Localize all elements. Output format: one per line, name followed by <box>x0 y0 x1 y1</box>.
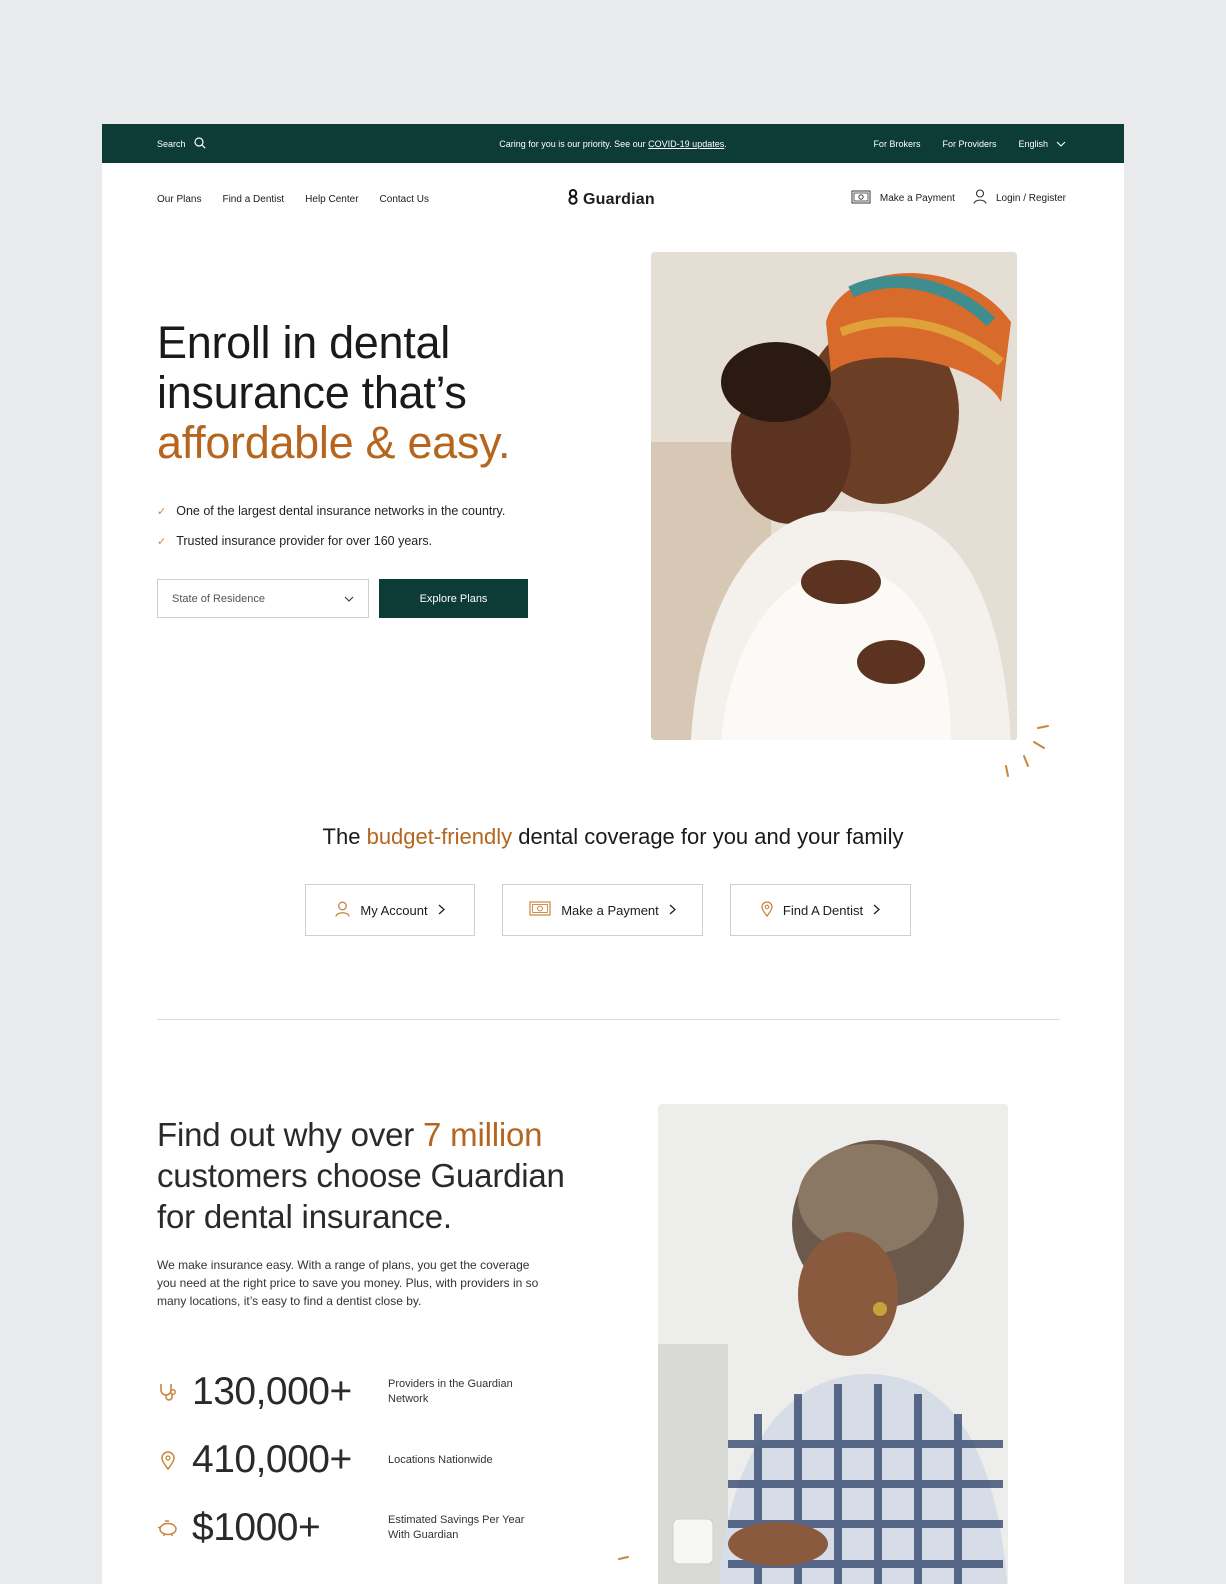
budget-title-accent: budget-friendly <box>366 824 513 849</box>
check-icon: ✓ <box>157 505 167 518</box>
for-brokers-link[interactable]: For Brokers <box>873 139 920 149</box>
chevron-down-icon <box>1056 139 1066 149</box>
stat-providers: 130,000+ Providers in the Guardian Netwo… <box>157 1369 513 1415</box>
my-account-label: My Account <box>360 902 428 918</box>
section-divider <box>157 1019 1060 1020</box>
language-label: English <box>1018 138 1048 149</box>
bullet-text: One of the largest dental insurance netw… <box>176 504 506 518</box>
my-account-button[interactable]: My Account <box>305 884 475 936</box>
for-providers-link[interactable]: For Providers <box>942 139 996 149</box>
hero-bullets: ✓ One of the largest dental insurance ne… <box>157 496 505 556</box>
stat-value: $1000+ <box>192 1506 321 1549</box>
chevron-right-icon <box>669 903 676 918</box>
decorative-sparks <box>1005 725 1049 777</box>
money-icon <box>529 901 551 919</box>
main-nav: Our Plans Find a Dentist Help Center Con… <box>102 163 1124 235</box>
stat-value: 410,000+ <box>192 1438 352 1481</box>
guardian-logo-icon <box>567 188 579 210</box>
nav-find-a-dentist[interactable]: Find a Dentist <box>222 194 284 205</box>
stat-value: 130,000+ <box>192 1370 352 1413</box>
chevron-right-icon <box>873 903 881 918</box>
check-icon: ✓ <box>157 535 167 548</box>
list-item: ✓ Trusted insurance provider for over 16… <box>157 526 505 556</box>
guardian-logo[interactable]: Guardian <box>567 188 655 210</box>
make-payment-label: Make a Payment <box>561 902 659 918</box>
hero-title: Enroll in dental insurance that’s afford… <box>157 318 510 468</box>
stat-label: Providers in the Guardian Network <box>388 1378 513 1405</box>
notice-text: Caring for you is our priority. See our <box>499 138 649 149</box>
why-title-line3: for dental insurance. <box>157 1198 452 1235</box>
location-pin-icon <box>157 1450 179 1470</box>
why-title-line2: customers choose Guardian <box>157 1157 565 1194</box>
login-label: Login / Register <box>995 192 1066 204</box>
nav-contact-us[interactable]: Contact Us <box>380 194 429 205</box>
stat-label: Estimated Savings Per Year With Guardian <box>388 1514 525 1541</box>
notice-end: . <box>724 138 727 149</box>
why-photo-smiling-woman <box>658 1104 1008 1584</box>
user-icon <box>335 901 351 920</box>
why-section-title: Find out why over 7 million customers ch… <box>157 1114 565 1237</box>
money-icon <box>851 190 871 207</box>
budget-section-title: The budget-friendly dental coverage for … <box>102 824 1124 850</box>
make-payment-button[interactable]: Make a Payment <box>502 884 703 936</box>
why-title-accent: 7 million <box>423 1116 543 1153</box>
utility-bar: Search Caring for you is our priority. S… <box>102 124 1124 163</box>
state-of-residence-select[interactable]: State of Residence <box>157 579 369 618</box>
chevron-down-icon <box>344 593 354 605</box>
language-selector[interactable]: English <box>1018 139 1066 149</box>
covid-updates-link[interactable]: COVID-19 updates <box>648 139 724 149</box>
user-icon <box>973 189 987 207</box>
hero-title-accent: affordable & easy. <box>157 417 511 468</box>
location-pin-icon <box>761 900 773 920</box>
state-select-placeholder: State of Residence <box>172 592 265 605</box>
hero-photo-mother-and-child <box>651 252 1017 740</box>
piggy-bank-icon <box>157 1519 179 1537</box>
why-title-pre: Find out why over <box>157 1116 424 1153</box>
budget-title-post: dental coverage for you and your family <box>512 824 904 849</box>
nav-help-center[interactable]: Help Center <box>305 194 358 205</box>
make-payment-link[interactable]: Make a Payment <box>851 190 955 207</box>
make-payment-label: Make a Payment <box>879 192 955 204</box>
logo-text: Guardian <box>583 190 655 208</box>
bullet-text: Trusted insurance provider for over 160 … <box>176 534 433 548</box>
stat-locations: 410,000+ Locations Nationwide <box>157 1437 493 1483</box>
find-a-dentist-button[interactable]: Find A Dentist <box>730 884 911 936</box>
stat-label: Locations Nationwide <box>388 1453 493 1466</box>
explore-plans-button[interactable]: Explore Plans <box>379 579 528 618</box>
list-item: ✓ One of the largest dental insurance ne… <box>157 496 505 526</box>
chevron-right-icon <box>438 903 445 918</box>
why-body-text: We make insurance easy. With a range of … <box>157 1258 539 1308</box>
stethoscope-icon <box>157 1382 179 1402</box>
decorative-spark <box>618 1556 629 1560</box>
login-register-link[interactable]: Login / Register <box>973 189 1066 207</box>
hero-title-line1: Enroll in dental <box>157 317 450 368</box>
nav-our-plans[interactable]: Our Plans <box>157 194 201 205</box>
hero-title-line2: insurance that’s <box>157 367 467 418</box>
page: Search Caring for you is our priority. S… <box>102 124 1124 1584</box>
budget-title-pre: The <box>322 824 367 849</box>
stat-savings: $1000+ Estimated Savings Per Year With G… <box>157 1505 524 1551</box>
find-a-dentist-label: Find A Dentist <box>782 902 864 918</box>
